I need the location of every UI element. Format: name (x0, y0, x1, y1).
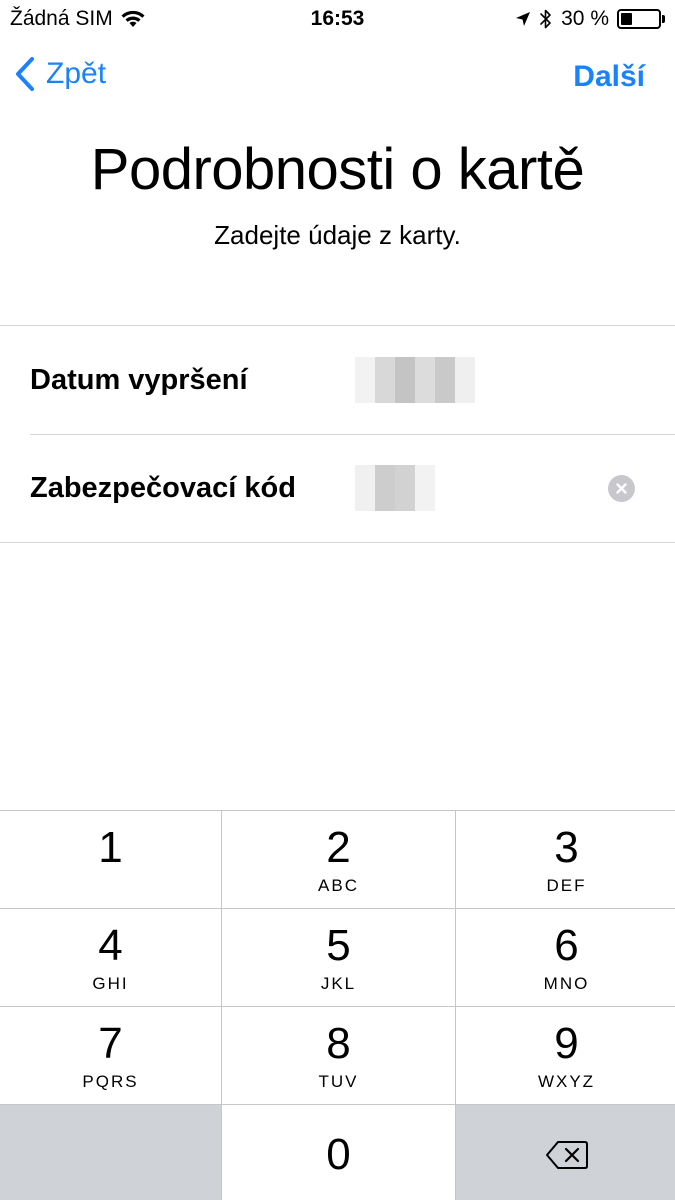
page-subtitle: Zadejte údaje z karty. (214, 220, 461, 250)
battery-icon (617, 9, 661, 29)
key-0[interactable]: 0 (222, 1105, 455, 1200)
key-7[interactable]: 7 PQRS (0, 1007, 221, 1104)
key-empty (0, 1105, 221, 1200)
key-digit: 5 (326, 920, 351, 970)
key-4[interactable]: 4 GHI (0, 909, 221, 1006)
chevron-left-icon (16, 57, 34, 91)
security-code-label: Zabezpečovací kód (30, 471, 296, 504)
delete-backspace-icon (545, 1140, 588, 1169)
security-code-value-blurred[interactable] (355, 465, 435, 511)
key-6[interactable]: 6 MNO (456, 909, 675, 1006)
numeric-keypad: 1 2 ABC 3 DEF 4 GHI 5 JKL 6 MNO 7 PQRS 8… (0, 810, 675, 1200)
key-digit: 9 (554, 1018, 579, 1068)
key-letters: WXYZ (537, 1071, 596, 1091)
key-8[interactable]: 8 TUV (222, 1007, 455, 1104)
next-button[interactable]: Další (573, 60, 645, 94)
expiry-value-blurred[interactable] (355, 357, 475, 403)
key-1[interactable]: 1 (0, 811, 221, 908)
page-title: Podrobnosti o kartě (90, 137, 585, 202)
battery-tip (662, 15, 665, 23)
status-right-group: 30 % (515, 7, 665, 31)
card-details-form: Datum vypršení Zabezpečovací kód (0, 325, 675, 543)
key-digit: 6 (554, 920, 579, 970)
key-digit: 2 (326, 822, 351, 872)
navigation-bar: Zpět Další (0, 52, 675, 102)
key-9[interactable]: 9 WXYZ (456, 1007, 675, 1104)
back-button[interactable]: Zpět (14, 56, 106, 92)
battery-percent: 30 % (561, 7, 609, 30)
key-digit: 4 (98, 920, 123, 970)
key-letters: TUV (318, 1071, 359, 1091)
key-letters: GHI (92, 973, 129, 993)
expiry-label: Datum vypršení (30, 363, 248, 396)
key-letters: MNO (543, 973, 590, 993)
location-arrow-icon (516, 12, 531, 26)
key-digit: 0 (326, 1129, 351, 1179)
key-letters: PQRS (82, 1071, 139, 1091)
clear-x-icon (616, 482, 627, 494)
bluetooth-icon (540, 9, 551, 29)
key-5[interactable]: 5 JKL (222, 909, 455, 1006)
security-code-row[interactable]: Zabezpečovací kód (0, 434, 675, 542)
key-3[interactable]: 3 DEF (456, 811, 675, 908)
key-letters: JKL (320, 973, 357, 993)
key-digit: 8 (326, 1018, 351, 1068)
clear-icon[interactable] (608, 474, 635, 502)
battery-fill (621, 13, 632, 25)
back-label: Zpět (46, 57, 107, 90)
key-letters: ABC (318, 875, 359, 895)
status-bar: Žádná SIM 16:53 30 % (0, 0, 675, 40)
delete-key[interactable] (456, 1105, 675, 1200)
key-digit: 7 (98, 1018, 123, 1068)
key-2[interactable]: 2 ABC (222, 811, 455, 908)
expiry-row[interactable]: Datum vypršení (0, 326, 675, 434)
key-digit: 3 (554, 822, 579, 872)
key-letters: DEF (546, 875, 587, 895)
key-digit: 1 (98, 822, 123, 872)
